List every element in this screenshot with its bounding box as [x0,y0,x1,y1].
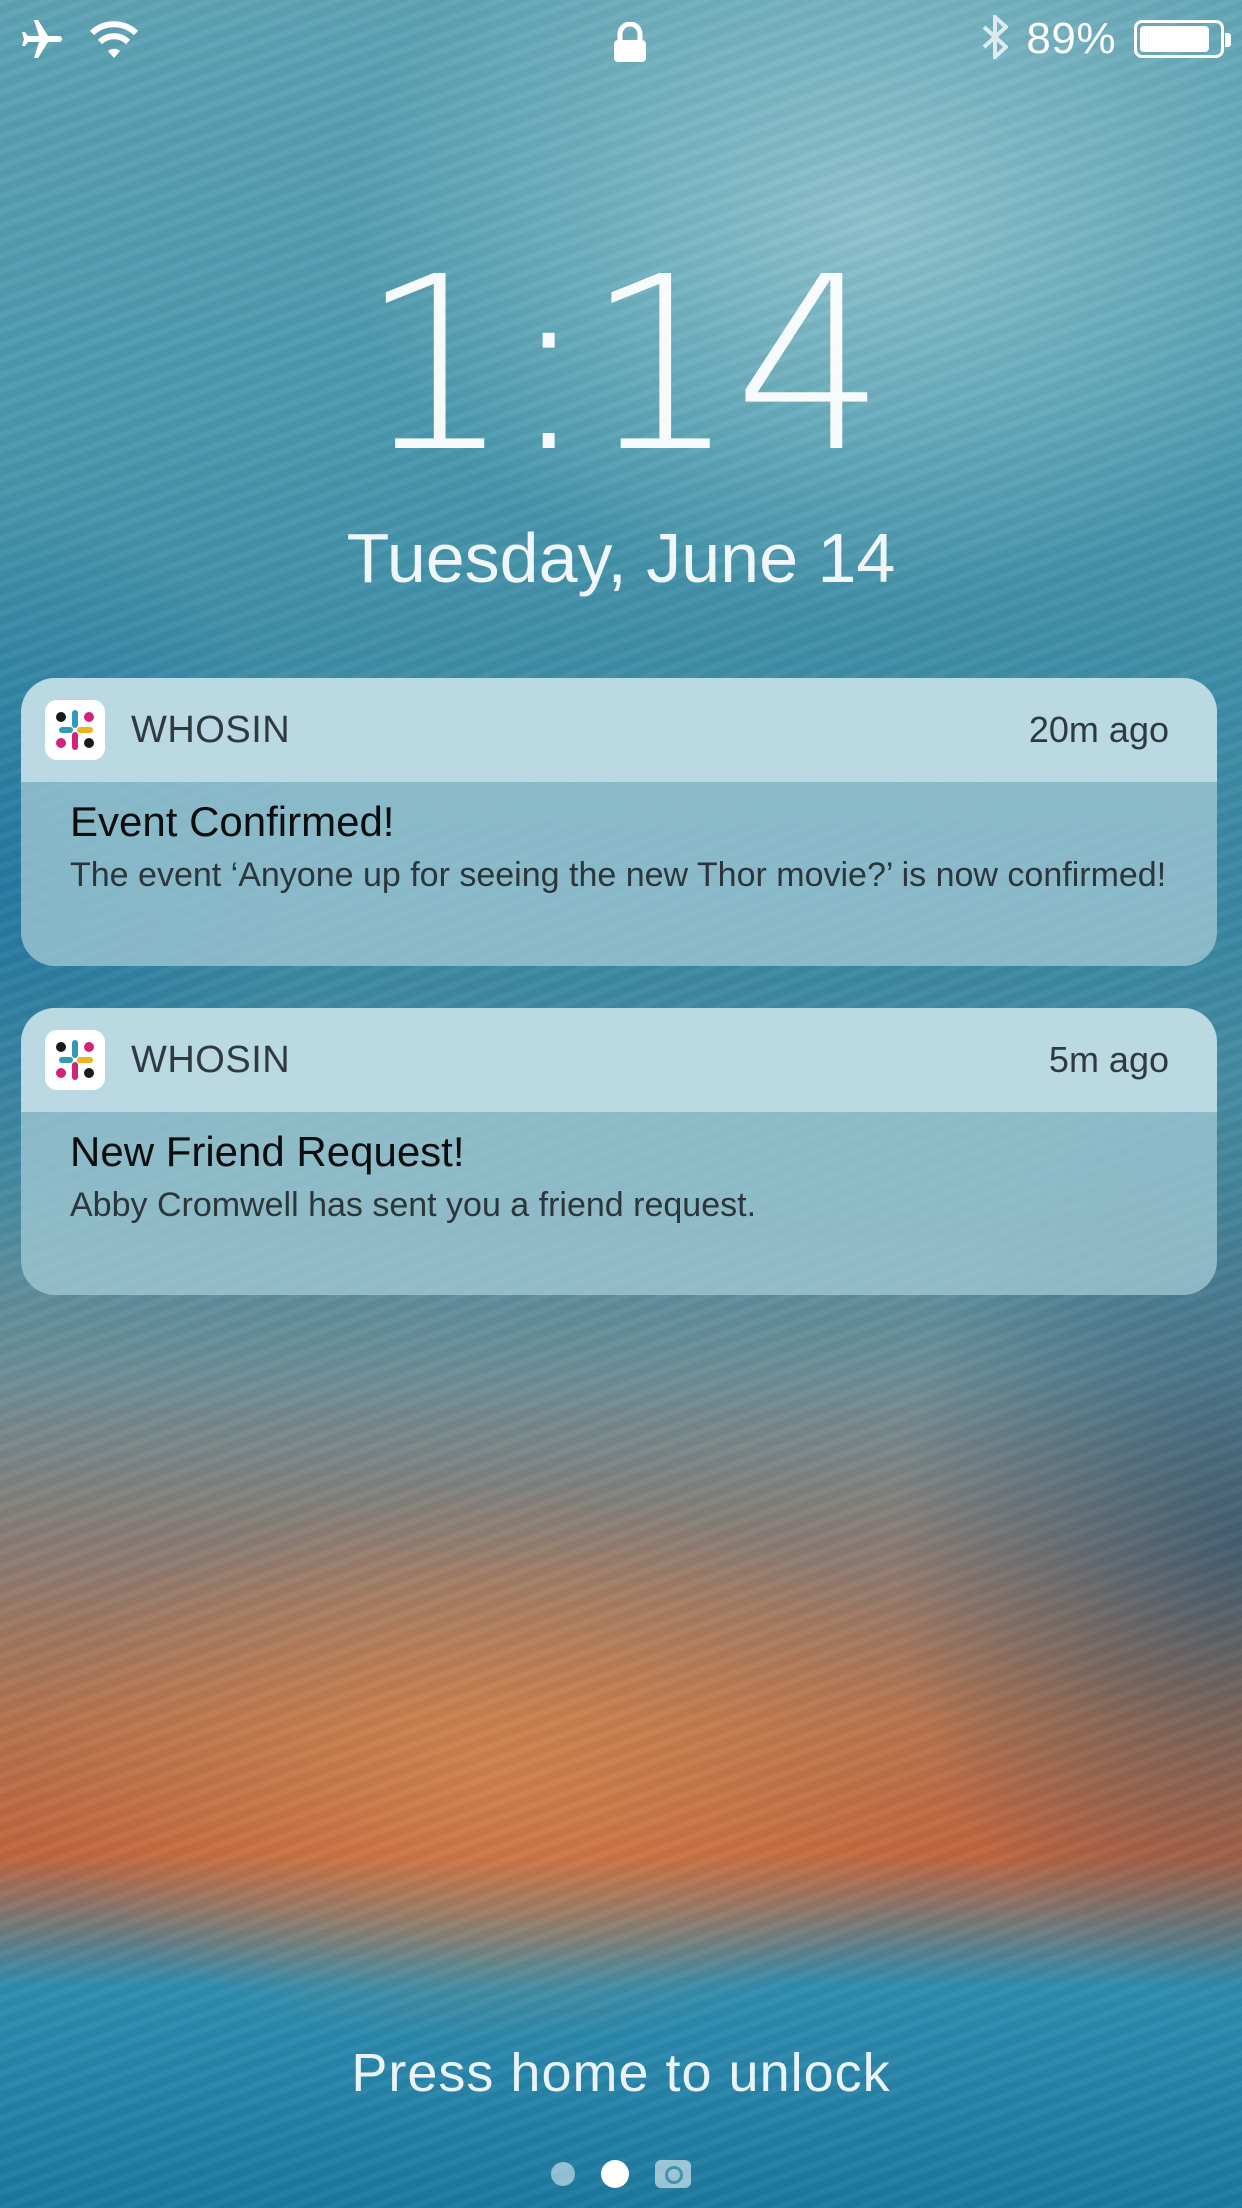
notification-app-name: WHOSIN [131,1038,291,1081]
notification-app-name: WHOSIN [131,708,291,751]
airplane-icon [18,16,66,69]
battery-icon [1134,20,1231,58]
camera-icon[interactable] [655,2160,691,2188]
notification-time: 20m ago [1028,709,1169,750]
bluetooth-icon [982,11,1010,64]
lockscreen-time: 1:14 [359,225,887,505]
notification-card[interactable]: WHOSIN 5m ago New Friend Request! Abby C… [21,1008,1217,1295]
battery-percent: 89% [1026,14,1116,63]
lockscreen-date: Tuesday, June 14 [346,519,896,597]
lock-icon [612,21,648,66]
whosin-app-icon [45,700,105,760]
notification-message: The event ‘Anyone up for seeing the new … [70,856,1167,894]
notification-header: WHOSIN 5m ago [21,1008,1217,1112]
notification-card[interactable]: WHOSIN 20m ago Event Confirmed! The even… [21,678,1217,966]
notification-title: Event Confirmed! [70,798,395,845]
battery-fill [1140,26,1209,52]
page-dot[interactable] [551,2162,575,2186]
page-dot-active[interactable] [601,2160,629,2188]
unlock-hint: Press home to unlock [351,2043,891,2103]
notification-header: WHOSIN 20m ago [21,678,1217,782]
whosin-app-icon [45,1030,105,1090]
wifi-icon [88,18,140,67]
page-indicator[interactable] [0,2160,1242,2188]
notification-title: New Friend Request! [70,1128,465,1175]
status-bar: 89% [0,0,1242,80]
notification-message: Abby Cromwell has sent you a friend requ… [70,1186,757,1224]
notification-time: 5m ago [1048,1039,1169,1080]
